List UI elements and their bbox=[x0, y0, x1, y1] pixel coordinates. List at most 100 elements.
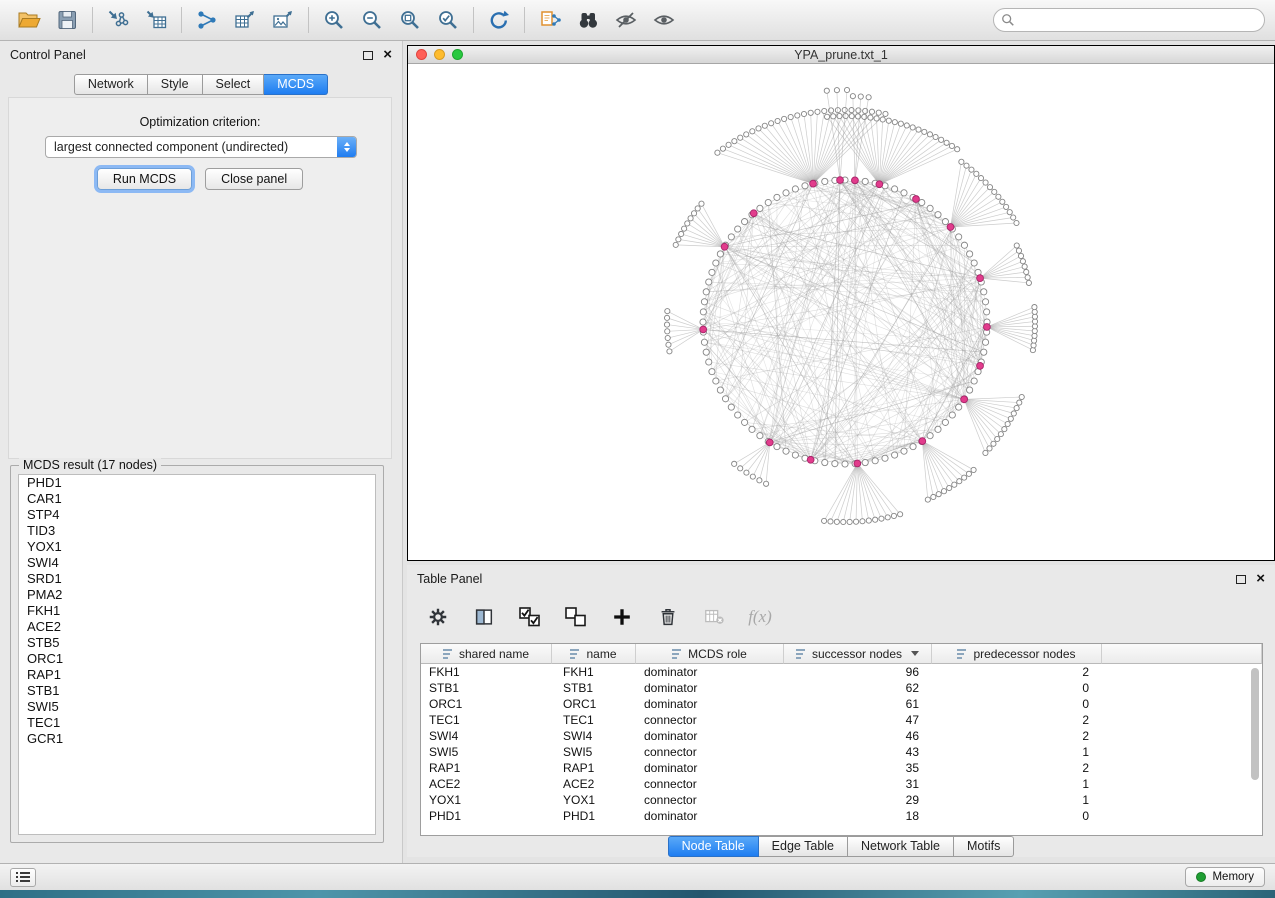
table-row[interactable]: TEC1TEC1connector472 bbox=[421, 712, 1262, 728]
close-panel-button[interactable]: Close panel bbox=[205, 168, 303, 190]
tab-select[interactable]: Select bbox=[203, 74, 265, 95]
zoom-fit-button[interactable] bbox=[391, 3, 429, 37]
hide-details-button[interactable] bbox=[607, 3, 645, 37]
toolbar-separator bbox=[181, 7, 182, 33]
toolbar-separator bbox=[524, 7, 525, 33]
show-details-button[interactable] bbox=[645, 3, 683, 37]
deselect-all-button[interactable] bbox=[563, 604, 589, 630]
table-row[interactable]: ACE2ACE2connector311 bbox=[421, 776, 1262, 792]
table-scrollbar[interactable] bbox=[1251, 666, 1260, 831]
scrollbar-thumb[interactable] bbox=[1251, 668, 1259, 780]
column-label: shared name bbox=[459, 647, 529, 661]
chevron-down-icon bbox=[344, 148, 350, 152]
mcds-result-item[interactable]: PHD1 bbox=[19, 475, 375, 491]
binoculars-icon bbox=[576, 8, 600, 32]
tab-mcds[interactable]: MCDS bbox=[264, 74, 328, 95]
table-row[interactable]: SWI4SWI4dominator462 bbox=[421, 728, 1262, 744]
add-column-button[interactable] bbox=[609, 604, 635, 630]
network-graph[interactable] bbox=[408, 64, 1273, 560]
table-settings-button[interactable] bbox=[425, 604, 451, 630]
column-header-predecessor-nodes[interactable]: predecessor nodes bbox=[932, 644, 1102, 664]
mcds-result-list[interactable]: PHD1CAR1STP4TID3YOX1SWI4SRD1PMA2FKH1ACE2… bbox=[18, 474, 376, 835]
toolbar-search bbox=[993, 8, 1265, 32]
function-builder-button[interactable]: f(x) bbox=[747, 604, 773, 630]
column-header-shared-name[interactable]: shared name bbox=[421, 644, 552, 664]
mcds-result-item[interactable]: STB1 bbox=[19, 683, 375, 699]
delete-table-button[interactable] bbox=[701, 604, 727, 630]
close-panel-icon[interactable]: × bbox=[1256, 574, 1265, 584]
show-columns-button[interactable] bbox=[471, 604, 497, 630]
tab-network[interactable]: Network bbox=[74, 74, 148, 95]
import-network-button[interactable] bbox=[99, 3, 137, 37]
memory-button[interactable]: Memory bbox=[1185, 867, 1265, 887]
column-header-successor-nodes[interactable]: successor nodes bbox=[784, 644, 932, 664]
table-cell: 2 bbox=[932, 761, 1102, 775]
float-panel-icon[interactable] bbox=[1236, 575, 1246, 584]
zoom-selected-button[interactable] bbox=[429, 3, 467, 37]
table-row[interactable]: PHD1PHD1dominator180 bbox=[421, 808, 1262, 824]
open-file-icon bbox=[17, 8, 41, 32]
mcds-result-item[interactable]: SRD1 bbox=[19, 571, 375, 587]
copy-view-button[interactable] bbox=[531, 3, 569, 37]
delete-column-button[interactable] bbox=[655, 604, 681, 630]
mcds-result-item[interactable]: CAR1 bbox=[19, 491, 375, 507]
close-panel-icon[interactable]: × bbox=[383, 50, 392, 60]
save-session-button[interactable] bbox=[48, 3, 86, 37]
application-window: Control Panel × Network Style Select MCD… bbox=[0, 0, 1275, 898]
table-row[interactable]: ORC1ORC1dominator610 bbox=[421, 696, 1262, 712]
mcds-result-item[interactable]: TEC1 bbox=[19, 715, 375, 731]
apply-layout-button[interactable] bbox=[480, 3, 518, 37]
select-all-button[interactable] bbox=[517, 604, 543, 630]
tab-motifs[interactable]: Motifs bbox=[954, 836, 1014, 857]
table-cell: FKH1 bbox=[421, 665, 552, 679]
table-row[interactable]: RAP1RAP1dominator352 bbox=[421, 760, 1262, 776]
criterion-dropdown[interactable]: largest connected component (undirected) bbox=[45, 136, 357, 158]
search-network-button[interactable] bbox=[569, 3, 607, 37]
optimization-criterion-label: Optimization criterion: bbox=[9, 115, 391, 129]
panel-list-button[interactable] bbox=[10, 868, 36, 887]
copy-view-icon bbox=[538, 8, 562, 32]
zoom-in-button[interactable] bbox=[315, 3, 353, 37]
network-window-titlebar[interactable]: YPA_prune.txt_1 bbox=[408, 46, 1274, 64]
tab-node-table[interactable]: Node Table bbox=[668, 836, 759, 857]
table-row[interactable]: STB1STB1dominator620 bbox=[421, 680, 1262, 696]
mcds-result-item[interactable]: STB5 bbox=[19, 635, 375, 651]
mcds-result-item[interactable]: YOX1 bbox=[19, 539, 375, 555]
open-file-button[interactable] bbox=[10, 3, 48, 37]
table-row[interactable]: SWI5SWI5connector431 bbox=[421, 744, 1262, 760]
mcds-result-item[interactable]: PMA2 bbox=[19, 587, 375, 603]
fx-icon: f(x) bbox=[748, 607, 772, 627]
mcds-result-item[interactable]: FKH1 bbox=[19, 603, 375, 619]
zoom-in-icon bbox=[322, 8, 346, 32]
zoom-selected-icon bbox=[436, 8, 460, 32]
network-canvas[interactable] bbox=[408, 64, 1274, 560]
float-panel-icon[interactable] bbox=[363, 51, 373, 60]
search-input[interactable] bbox=[993, 8, 1265, 32]
tab-edge-table[interactable]: Edge Table bbox=[759, 836, 848, 857]
mcds-result-item[interactable]: SWI5 bbox=[19, 699, 375, 715]
mcds-result-item[interactable]: TID3 bbox=[19, 523, 375, 539]
column-header-name[interactable]: name bbox=[552, 644, 636, 664]
mcds-result-item[interactable]: ACE2 bbox=[19, 619, 375, 635]
table-cell: PHD1 bbox=[421, 809, 552, 823]
table-row[interactable]: YOX1YOX1connector291 bbox=[421, 792, 1262, 808]
mcds-result-item[interactable]: RAP1 bbox=[19, 667, 375, 683]
tab-network-table[interactable]: Network Table bbox=[848, 836, 954, 857]
sort-icon bbox=[957, 649, 968, 659]
table-cell: dominator bbox=[636, 809, 784, 823]
mcds-result-item[interactable]: ORC1 bbox=[19, 651, 375, 667]
column-header-mcds-role[interactable]: MCDS role bbox=[636, 644, 784, 664]
mcds-result-item[interactable]: SWI4 bbox=[19, 555, 375, 571]
import-table-button[interactable] bbox=[137, 3, 175, 37]
zoom-out-button[interactable] bbox=[353, 3, 391, 37]
mcds-result-item[interactable]: STP4 bbox=[19, 507, 375, 523]
export-table-button[interactable] bbox=[226, 3, 264, 37]
mcds-result-item[interactable]: GCR1 bbox=[19, 731, 375, 747]
network-window-title: YPA_prune.txt_1 bbox=[408, 48, 1274, 62]
memory-status-icon bbox=[1196, 872, 1206, 882]
tab-style[interactable]: Style bbox=[148, 74, 203, 95]
table-row[interactable]: FKH1FKH1dominator962 bbox=[421, 664, 1262, 680]
export-network-button[interactable] bbox=[188, 3, 226, 37]
export-image-button[interactable] bbox=[264, 3, 302, 37]
run-mcds-button[interactable]: Run MCDS bbox=[97, 168, 192, 190]
